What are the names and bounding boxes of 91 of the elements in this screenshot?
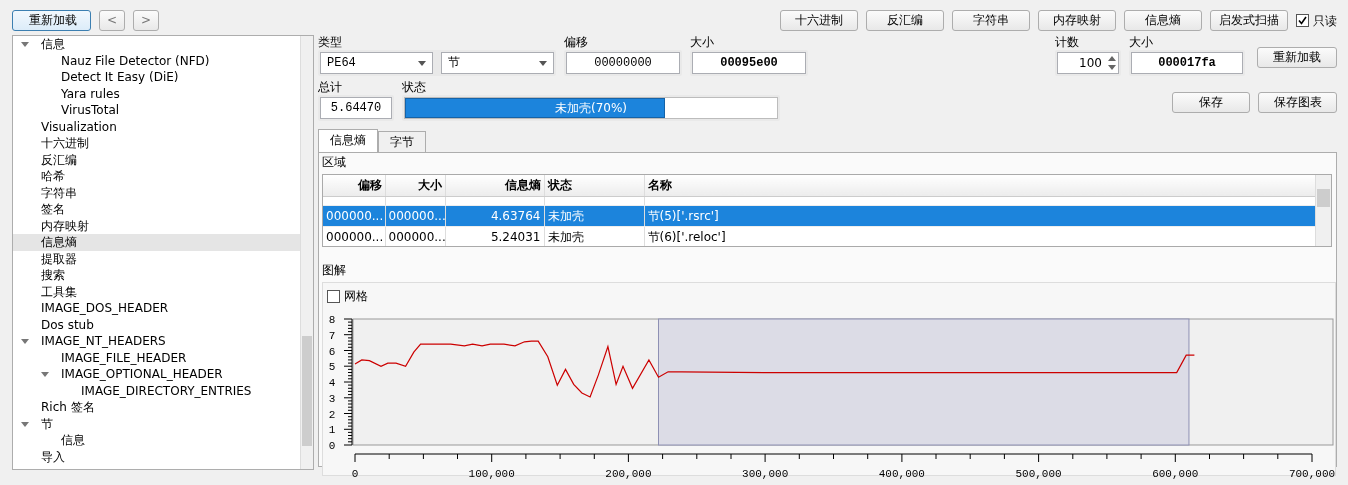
column-header[interactable]: 偏移 <box>323 175 385 196</box>
tree-item[interactable]: 提取器 <box>13 250 300 267</box>
expand-arrow-icon[interactable] <box>21 419 29 428</box>
axis-label: 6 <box>328 345 336 358</box>
tree-item[interactable]: 导入 <box>13 448 300 465</box>
tree-item[interactable]: Dos stub <box>13 316 300 333</box>
expand-arrow-icon[interactable] <box>21 40 29 49</box>
axis-label: 5 <box>328 361 336 374</box>
tree-item[interactable]: 信息熵 <box>13 234 300 251</box>
checkbox[interactable] <box>327 289 340 303</box>
tab[interactable]: 信息熵 <box>318 129 378 152</box>
field-label: 大小 <box>690 35 715 50</box>
tree-item[interactable]: Yara rules <box>13 85 300 102</box>
toolbar-button[interactable]: 字符串 <box>952 10 1030 31</box>
axis-label: 0 <box>328 440 336 452</box>
save-button[interactable]: 保存 <box>1172 92 1250 113</box>
axis-label: 0 <box>351 468 359 480</box>
tree-item[interactable]: 信息 <box>13 36 300 53</box>
column-header[interactable]: 状态 <box>544 175 644 196</box>
section-label: 图解 <box>322 263 347 278</box>
toolbar-button[interactable]: 启发式扫描 <box>1210 10 1288 31</box>
field-label: 状态 <box>402 80 427 95</box>
reload-button[interactable]: 重新加载 <box>12 10 91 31</box>
back-button[interactable]: < <box>99 10 125 31</box>
field-label: 偏移 <box>564 35 589 50</box>
caret-icon <box>539 60 547 66</box>
forward-button[interactable]: > <box>133 10 159 31</box>
tree-item[interactable]: Nauz File Detector (NFD) <box>13 52 300 69</box>
tree-item[interactable]: 信息 <box>13 432 300 449</box>
size-field[interactable]: 000017fa <box>1131 52 1243 74</box>
tree-item[interactable]: Detect It Easy (DiE) <box>13 69 300 86</box>
scrollbar[interactable] <box>300 36 313 469</box>
tree-item[interactable]: IMAGE_FILE_HEADER <box>13 349 300 366</box>
tree-item[interactable]: 搜索 <box>13 267 300 284</box>
tree-item[interactable]: IMAGE_DIRECTORY_ENTRIES <box>13 382 300 399</box>
axis-label: 2 <box>328 408 336 421</box>
tab[interactable]: 字节 <box>378 131 426 152</box>
field-label: 类型 <box>318 35 343 50</box>
column-header[interactable]: 大小 <box>385 175 445 196</box>
axis-label: 500,000 <box>1015 468 1062 480</box>
scrollbar[interactable] <box>1315 175 1331 246</box>
status-progress-bar: 未加壳(70%) <box>404 97 778 119</box>
checkbox[interactable] <box>1296 14 1309 27</box>
field-label: 计数 <box>1055 35 1080 50</box>
axis-label: 8 <box>328 314 336 326</box>
axis-label: 1 <box>328 424 336 437</box>
tree-item[interactable]: 签名 <box>13 201 300 218</box>
total-field: 5.64470 <box>320 97 392 119</box>
tree-item[interactable]: 字符串 <box>13 184 300 201</box>
tree-item[interactable]: 反汇编 <box>13 151 300 168</box>
toolbar-button[interactable]: 反汇编 <box>866 10 944 31</box>
column-header[interactable]: 名称 <box>644 175 1317 196</box>
field-label: 总计 <box>318 80 343 95</box>
size-field[interactable]: 00095e00 <box>692 52 806 74</box>
field-label: 大小 <box>1129 35 1154 50</box>
offset-field[interactable]: 00000000 <box>566 52 680 74</box>
axis-label: 400,000 <box>878 468 925 480</box>
axis-label: 700,000 <box>1288 468 1335 480</box>
toolbar-button[interactable]: 十六进制 <box>780 10 858 31</box>
type-dropdown[interactable]: PE64 <box>320 52 433 74</box>
axis-label: 3 <box>328 392 336 405</box>
expand-arrow-icon[interactable] <box>41 370 49 379</box>
tree-item[interactable]: 哈希 <box>13 168 300 185</box>
tree-item[interactable]: 内存映射 <box>13 217 300 234</box>
checkbox-label: 网格 <box>344 288 368 305</box>
toolbar-button[interactable]: 内存映射 <box>1038 10 1116 31</box>
toolbar-button[interactable]: 信息熵 <box>1124 10 1202 31</box>
tree-item[interactable]: 十六进制 <box>13 135 300 152</box>
axis-label: 4 <box>328 377 336 389</box>
axis-label: 100,000 <box>468 468 515 480</box>
expand-arrow-icon[interactable] <box>21 337 29 346</box>
save-chart-button[interactable]: 保存图表 <box>1258 92 1337 113</box>
tree-item[interactable]: IMAGE_NT_HEADERS <box>13 333 300 350</box>
axis-label: 600,000 <box>1152 468 1199 480</box>
axis-label: 7 <box>328 329 336 342</box>
caret-icon <box>418 60 426 66</box>
tree-item[interactable]: IMAGE_OPTIONAL_HEADER <box>13 366 300 383</box>
count-spinbox[interactable]: 100 <box>1057 52 1119 74</box>
axis-label: 200,000 <box>605 468 652 480</box>
tree-item[interactable]: Visualization <box>13 118 300 135</box>
section-label: 区域 <box>322 155 347 170</box>
section-dropdown[interactable]: 节 <box>441 52 554 74</box>
tree-item[interactable]: 节 <box>13 415 300 432</box>
axis-label: 300,000 <box>742 468 789 480</box>
tree-item[interactable]: IMAGE_DOS_HEADER <box>13 300 300 317</box>
column-header[interactable]: 信息熵 <box>445 175 544 196</box>
tree-item[interactable]: Rich 签名 <box>13 399 300 416</box>
tree-item[interactable]: 工具集 <box>13 283 300 300</box>
tree-item[interactable]: VirusTotal <box>13 102 300 119</box>
checkbox-label: 只读 <box>1313 12 1337 30</box>
reload-button[interactable]: 重新加载 <box>1257 47 1337 68</box>
